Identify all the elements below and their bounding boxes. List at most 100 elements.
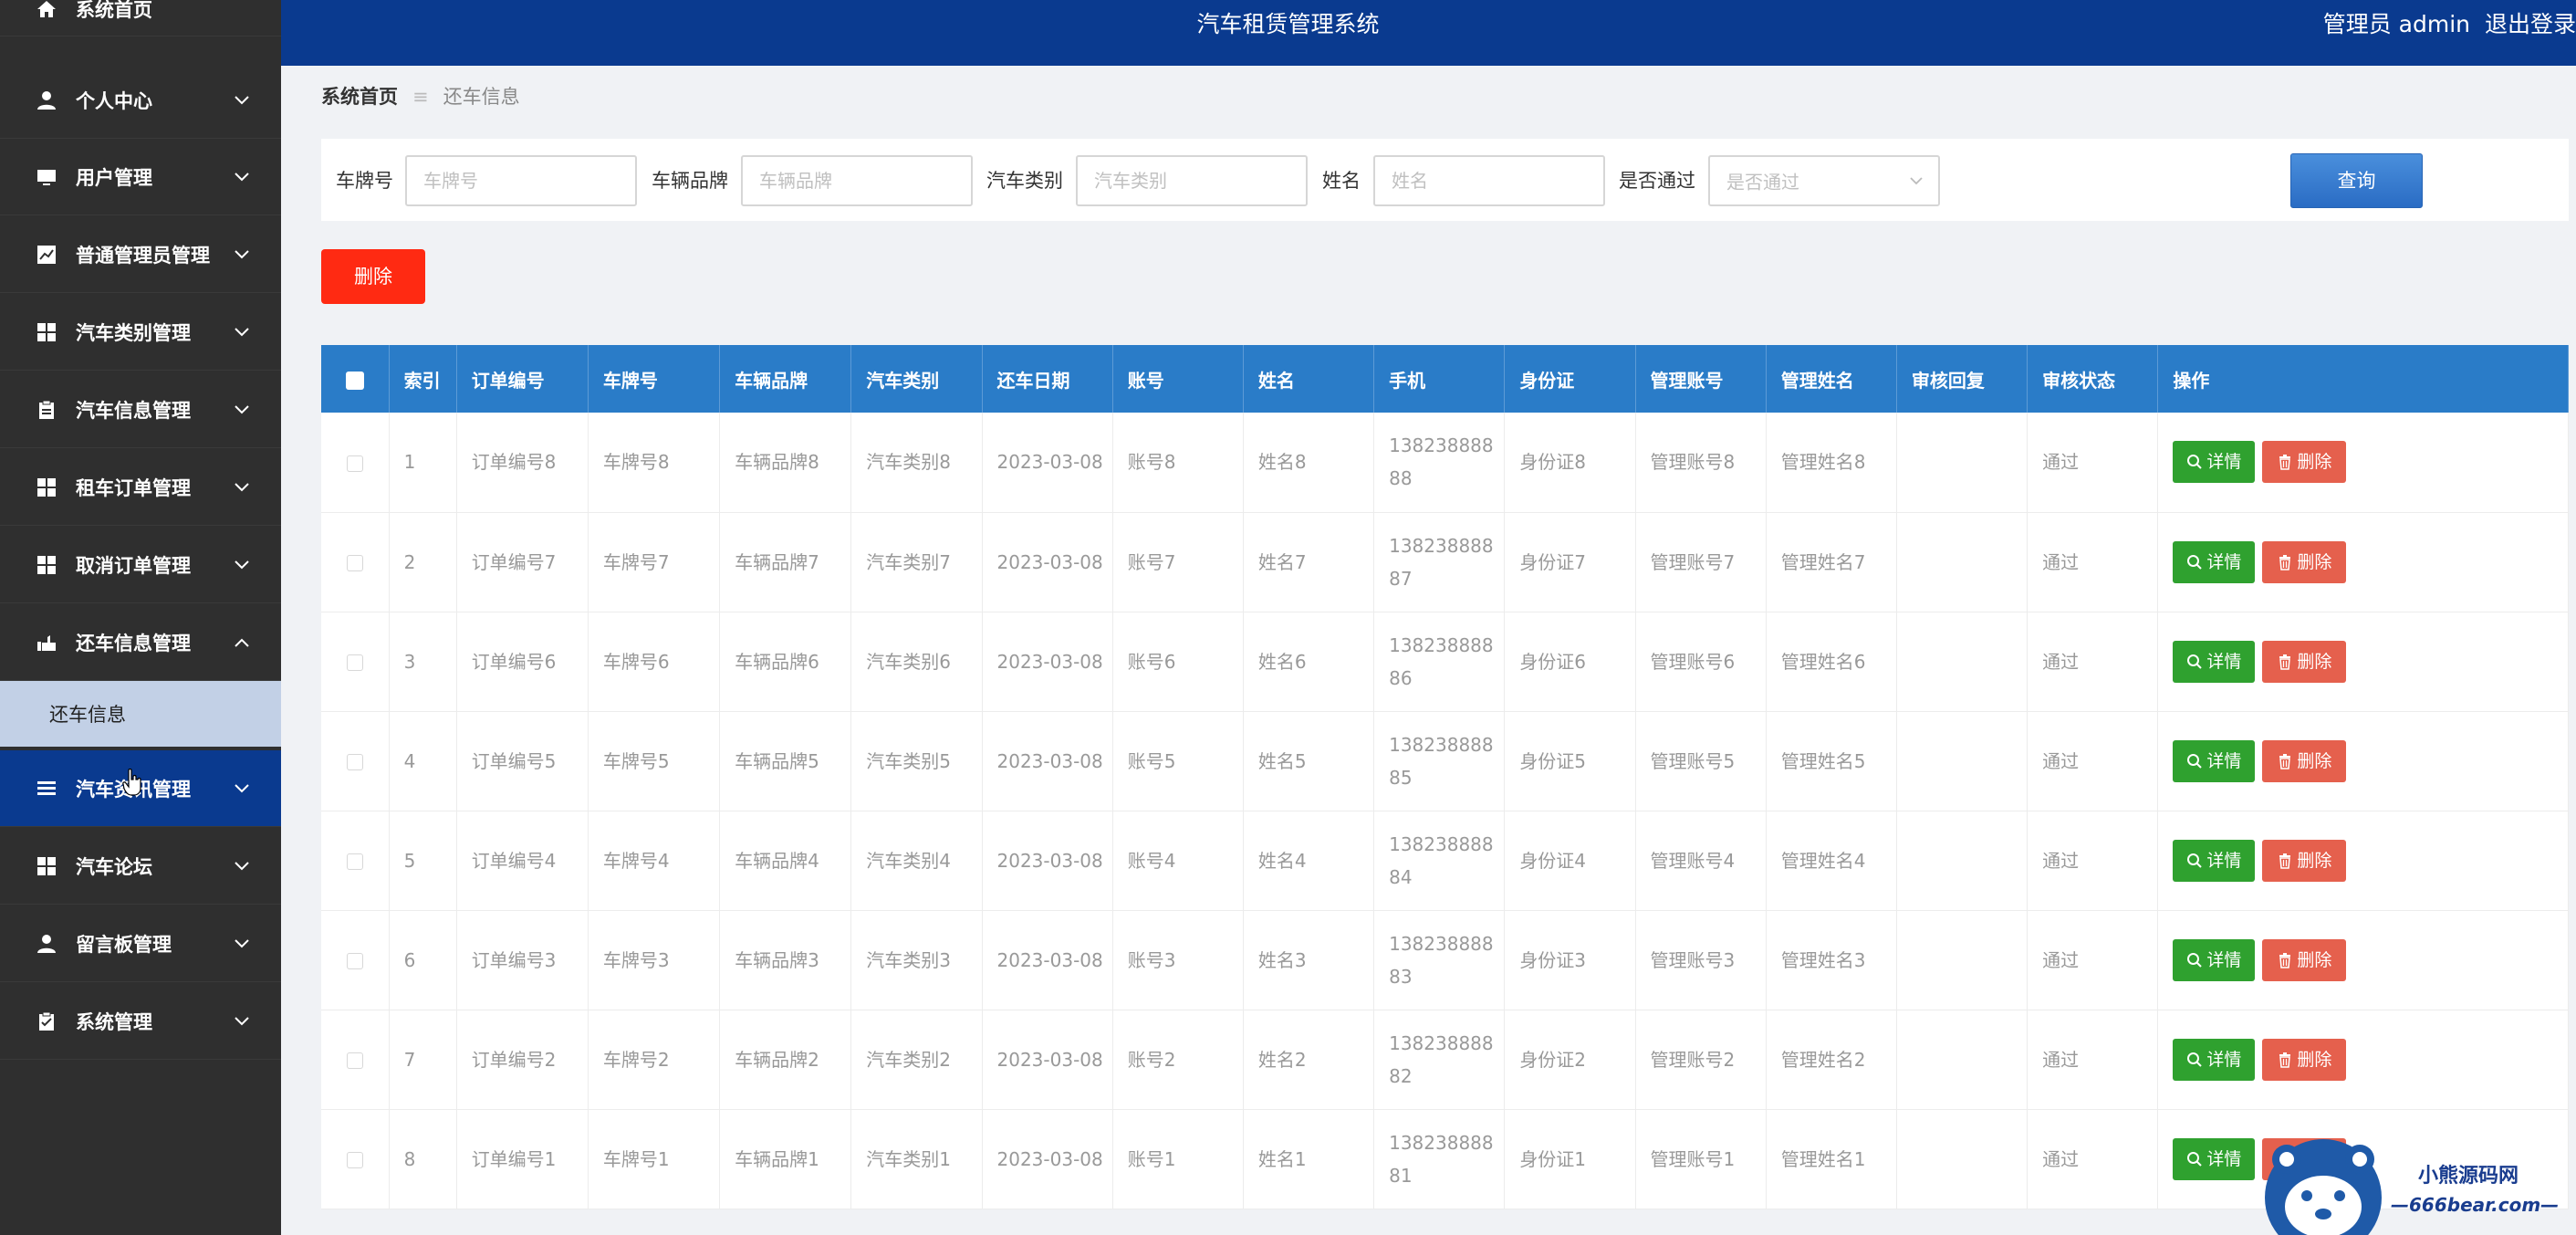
cell-account: 账号5: [1112, 711, 1244, 811]
row-checkbox[interactable]: [346, 953, 363, 969]
detail-button[interactable]: 详情: [2173, 540, 2256, 583]
admin-user-label: 管理员 admin: [2322, 11, 2470, 37]
person-icon: [37, 90, 57, 110]
cell-plate: 车牌号7: [588, 512, 721, 612]
name-label: 姓名: [1322, 170, 1361, 192]
sidebar-subitem-return-info[interactable]: 还车信息: [0, 681, 281, 747]
cell-review-status: 通过: [2027, 413, 2159, 513]
detail-button[interactable]: 详情: [2173, 1137, 2256, 1180]
row-delete-button[interactable]: 删除: [2262, 441, 2347, 484]
cell-plate: 车牌号4: [588, 811, 721, 911]
row-delete-button-label: 删除: [2297, 750, 2332, 771]
chevron-down-icon: [235, 95, 249, 104]
search-panel: 车牌号 车辆品牌 汽车类别 姓名 是否通过 是否通过 查询: [321, 139, 2569, 221]
detail-button[interactable]: 详情: [2173, 839, 2256, 882]
row-delete-button[interactable]: 删除: [2262, 1038, 2347, 1081]
breadcrumb-home[interactable]: 系统首页: [321, 86, 398, 108]
cell-order-no: 订单编号1: [456, 1109, 589, 1209]
cell-plate: 车牌号2: [588, 1010, 721, 1110]
grid-icon: [37, 322, 57, 342]
sidebar-item-user-management[interactable]: 用户管理: [0, 139, 281, 215]
cell-admin-name: 管理姓名5: [1766, 711, 1897, 811]
row-delete-button[interactable]: 删除: [2262, 938, 2347, 981]
sidebar-item-label: 普通管理员管理: [76, 244, 210, 267]
cell-account: 账号2: [1112, 1010, 1244, 1110]
sidebar-item-admin-management[interactable]: 普通管理员管理: [0, 216, 281, 293]
row-checkbox[interactable]: [346, 1152, 363, 1168]
row-checkbox[interactable]: [346, 455, 363, 472]
sidebar-item-car-category[interactable]: 汽车类别管理: [0, 294, 281, 371]
row-delete-button[interactable]: 删除: [2262, 640, 2347, 683]
sidebar-item-car-info[interactable]: 汽车信息管理: [0, 372, 281, 448]
table-row: 3 订单编号6 车牌号6 车辆品牌6 汽车类别6 2023-03-08 账号6 姓名6 1382…: [321, 612, 2569, 712]
cell-category: 汽车类别8: [850, 413, 983, 513]
cell-id-card: 身份证6: [1504, 612, 1636, 712]
category-search-input[interactable]: [1076, 155, 1308, 206]
cell-admin-account: 管理账号2: [1635, 1010, 1767, 1110]
row-delete-button-label: 删除: [2297, 551, 2332, 572]
sidebar-item-car-forum[interactable]: 汽车论坛: [0, 828, 281, 905]
detail-button[interactable]: 详情: [2173, 640, 2256, 683]
table-row: 5 订单编号4 车牌号4 车辆品牌4 汽车类别4 2023-03-08 账号4 姓名4 1382…: [321, 811, 2569, 911]
sidebar-item-label: 用户管理: [76, 166, 152, 189]
trash-icon: [2279, 654, 2291, 670]
cell-return-date: 2023-03-08: [982, 512, 1113, 612]
row-delete-button[interactable]: 删除: [2262, 739, 2347, 782]
approved-label: 是否通过: [1619, 170, 1695, 192]
detail-button-label: 详情: [2206, 949, 2242, 970]
row-select-cell: [321, 1109, 390, 1209]
trash-icon: [2279, 853, 2291, 869]
detail-button[interactable]: 详情: [2173, 1038, 2256, 1081]
cell-order-no: 订单编号5: [456, 711, 589, 811]
cell-account: 账号1: [1112, 1109, 1244, 1209]
sidebar-item-message-board[interactable]: 留言板管理: [0, 905, 281, 982]
column-header: 订单编号: [456, 345, 589, 413]
approved-select[interactable]: 是否通过: [1708, 155, 1940, 206]
cell-category: 汽车类别5: [850, 711, 983, 811]
chevron-down-icon: [235, 404, 249, 413]
cell-review-status: 通过: [2027, 1010, 2159, 1110]
select-all-checkbox[interactable]: [345, 371, 364, 390]
sidebar-item-rental-orders[interactable]: 租车订单管理: [0, 449, 281, 526]
column-header: 身份证: [1504, 345, 1636, 413]
row-checkbox[interactable]: [346, 853, 363, 870]
logout-link[interactable]: 退出登录: [2485, 11, 2576, 37]
row-checkbox[interactable]: [346, 1052, 363, 1069]
row-checkbox[interactable]: [346, 654, 363, 671]
cell-review-status: 通过: [2027, 1109, 2159, 1209]
sidebar-item-personal-center[interactable]: 个人中心: [0, 62, 281, 139]
cell-review-reply: [1896, 1010, 2028, 1110]
detail-button[interactable]: 详情: [2173, 938, 2256, 981]
chevron-down-icon: [235, 861, 249, 870]
cell-phone: 13823888888: [1373, 413, 1506, 513]
cell-admin-name: 管理姓名6: [1766, 612, 1897, 712]
query-button[interactable]: 查询: [2290, 153, 2423, 208]
cell-name: 姓名8: [1243, 413, 1375, 513]
sidebar-item-system-management[interactable]: 系统管理: [0, 983, 281, 1060]
search-icon: [2187, 455, 2203, 469]
row-delete-button[interactable]: 删除: [2262, 540, 2347, 583]
brand-search-input[interactable]: [741, 155, 973, 206]
sidebar-item-home[interactable]: 系统首页: [0, 0, 281, 37]
table-row: 2 订单编号7 车牌号7 车辆品牌7 汽车类别7 2023-03-08 账号7 姓名7 1382…: [321, 512, 2569, 612]
detail-button[interactable]: 详情: [2173, 739, 2256, 782]
bulk-delete-button[interactable]: 删除: [321, 249, 425, 304]
cell-account: 账号7: [1112, 512, 1244, 612]
name-search-input[interactable]: [1373, 155, 1605, 206]
row-checkbox[interactable]: [346, 555, 363, 571]
row-checkbox[interactable]: [346, 754, 363, 770]
row-delete-button[interactable]: 删除: [2262, 839, 2347, 882]
plate-label: 车牌号: [336, 170, 393, 192]
sidebar-item-cancel-orders[interactable]: 取消订单管理: [0, 527, 281, 603]
column-header: 审核状态: [2027, 345, 2159, 413]
sidebar-item-return-management[interactable]: 还车信息管理: [0, 604, 281, 681]
search-icon: [2187, 1052, 2203, 1067]
detail-button[interactable]: 详情: [2173, 441, 2256, 484]
sidebar-item-label: 租车订单管理: [76, 476, 191, 499]
column-header: 还车日期: [982, 345, 1113, 413]
cell-review-status: 通过: [2027, 711, 2159, 811]
plate-search-input[interactable]: [405, 155, 637, 206]
trash-icon: [2279, 952, 2291, 968]
column-header: 管理账号: [1635, 345, 1767, 413]
detail-button-label: 详情: [2206, 551, 2242, 572]
